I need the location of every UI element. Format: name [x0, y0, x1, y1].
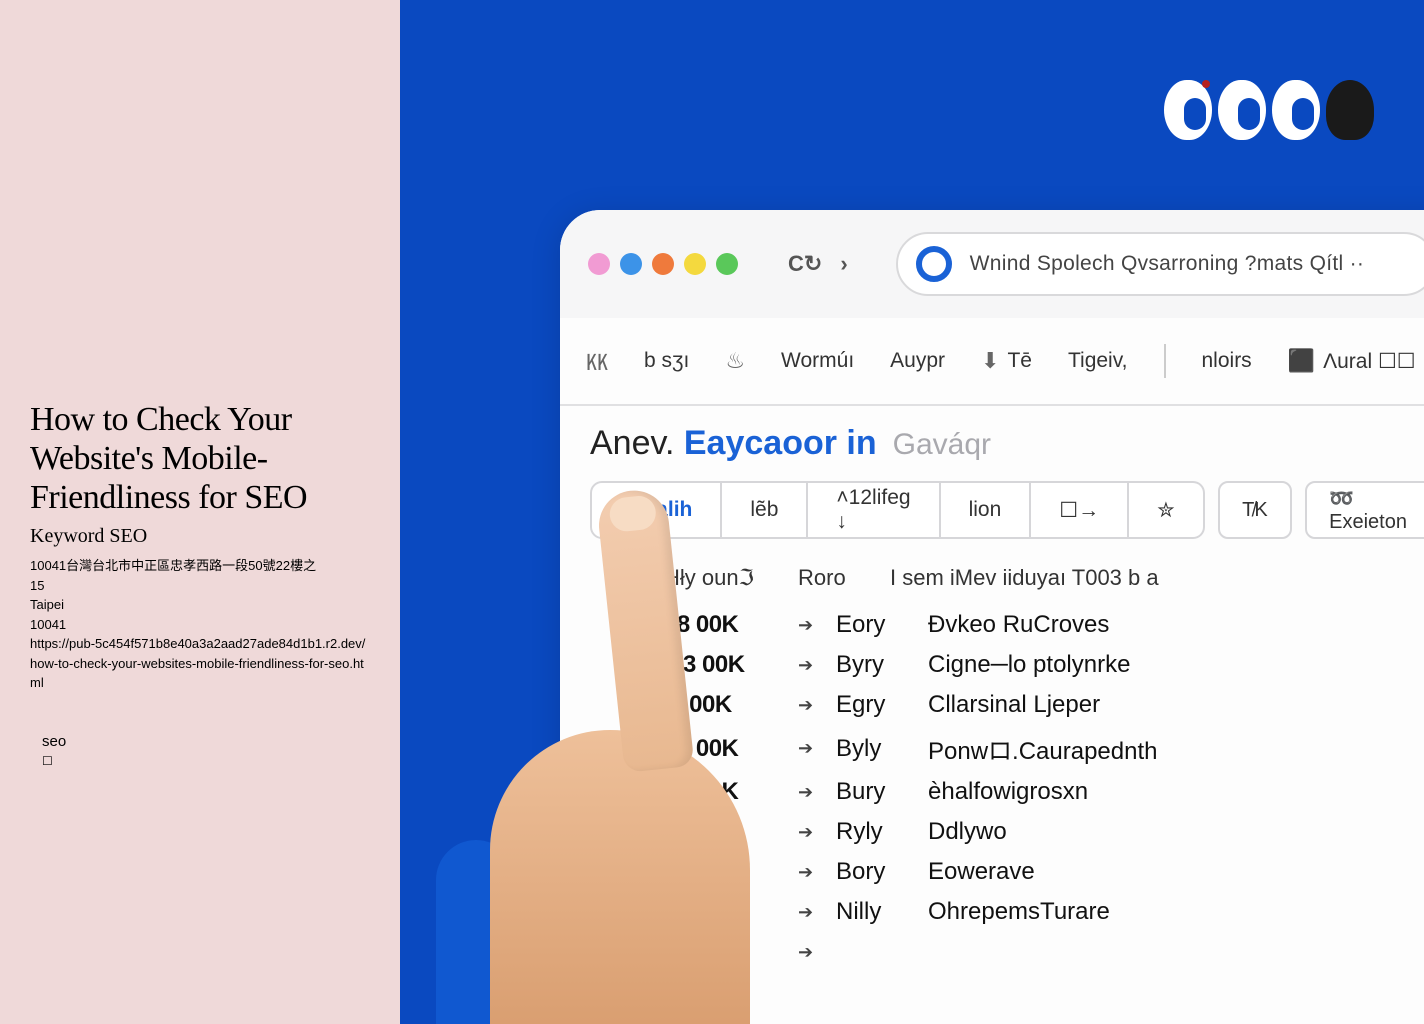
col-head-3: I sem iMev iiduyaı T003 b a: [890, 565, 1159, 591]
refresh-icon[interactable]: C↻: [788, 251, 822, 277]
logo-bean-3: [1272, 80, 1320, 140]
toolbar-right-1[interactable]: T̸K: [1218, 481, 1292, 539]
tab-9[interactable]: ⬛Λural ☐☐: [1288, 348, 1416, 374]
col-head-1: Hły ounℑ: [664, 565, 774, 591]
tab-5[interactable]: Auypr: [890, 349, 945, 373]
results-list: 68 00K➔EoryÐvkeo RuCroves 1.3 00K➔ByryCi…: [590, 605, 1424, 972]
tab-6[interactable]: ⬇Tē: [981, 348, 1032, 374]
tab-7[interactable]: Tigeiv,: [1068, 349, 1128, 373]
content-heading: Anev. Eaycaoor in Gaváqr: [590, 424, 1424, 463]
toolbar-seg-1[interactable]: nyvalih: [590, 481, 722, 539]
tab-1[interactable]: ㏍: [586, 345, 608, 377]
nav-tabs: ㏍ b sʒı ♨ Wormúı Auypr ⬇Tē Tigeiv, nloir…: [560, 318, 1424, 406]
forward-icon[interactable]: ›: [840, 251, 847, 277]
tab-9-icon: ⬛: [1288, 348, 1315, 374]
content-area: Anev. Eaycaoor in Gaváqr nyvalih lẽb ˄1…: [560, 406, 1424, 972]
logo-bean-2: [1218, 80, 1266, 140]
page-subtitle: Keyword SEO: [30, 525, 370, 548]
toolbar-right-2[interactable]: ➿ Exeieton: [1305, 481, 1424, 539]
traffic-lights: [588, 253, 738, 275]
traffic-dot-4[interactable]: [684, 253, 706, 275]
toolbar-seg-3[interactable]: ˄12lifeg ↓: [808, 481, 940, 539]
tag-label: seo: [42, 733, 370, 750]
sidebar: How to Check Your Website's Mobile-Frien…: [0, 0, 400, 1024]
page-title: How to Check Your Website's Mobile-Frien…: [30, 400, 370, 517]
tab-6-icon: ⬇: [981, 348, 999, 374]
result-row[interactable]: 1.7 004➔RylyDdlywo: [664, 812, 1424, 852]
toolbar-seg-6[interactable]: ✮: [1129, 481, 1205, 539]
toolbar-seg-2[interactable]: lẽb: [722, 481, 808, 539]
tab-8[interactable]: nloirs: [1202, 349, 1252, 373]
result-row[interactable]: 1.3 00K➔ByryCigne─lo ptolynrke: [664, 645, 1424, 685]
tab-4[interactable]: Wormúı: [781, 349, 854, 373]
logo-bean-1: [1164, 80, 1212, 140]
tab-2[interactable]: b sʒı: [644, 349, 689, 373]
results-header: Hły ounℑ Roro I sem iMev iiduyaı T003 b …: [590, 555, 1424, 605]
traffic-dot-2[interactable]: [620, 253, 642, 275]
tab-separator: [1164, 344, 1166, 378]
address-city: Taipei: [30, 595, 370, 615]
heading-sub: Gaváqr: [893, 428, 991, 462]
result-row[interactable]: 8I 00K➔EgryCllarsinal Ljeper: [664, 685, 1424, 725]
site-identity-icon: [916, 246, 952, 282]
address-line-1: 10041台灣台北市中正區忠孝西路一段50號22樓之: [30, 556, 370, 576]
result-row[interactable]: 80 00K➔BylyPonwロ.Caurapednth: [664, 725, 1424, 772]
tab-3[interactable]: ♨: [725, 348, 745, 374]
toolbar: nyvalih lẽb ˄12lifeg ↓ lion ☐︎→ ✮ T̸K ➿…: [590, 481, 1424, 539]
tab-3-icon: ♨: [725, 348, 745, 374]
traffic-dot-3[interactable]: [652, 253, 674, 275]
hero-panel: C↻ › Wnind Spolech Qvsarroning ?mats Qít…: [400, 0, 1424, 1024]
heading-main: Anev. Eaycaoor in: [590, 424, 877, 463]
brand-logo-cluster: [1164, 80, 1374, 140]
result-row[interactable]: 32 00K➔BoryEowerave: [664, 852, 1424, 892]
tab-1-icon: ㏍: [586, 345, 608, 377]
source-url[interactable]: https://pub-5c454f571b8e40a3a2aad27ade84…: [30, 634, 370, 693]
address-zip: 10041: [30, 615, 370, 635]
toolbar-seg-4[interactable]: lion: [941, 481, 1032, 539]
address-floor: 15: [30, 576, 370, 596]
result-row[interactable]: 82 00K➔Buryèhalfowigrosxn: [664, 772, 1424, 812]
address-bar-text: Wnind Spolech Qvsarroning ?mats Qítl ··: [970, 252, 1365, 276]
result-row[interactable]: 68 00K➔EoryÐvkeo RuCroves: [664, 605, 1424, 645]
result-row[interactable]: 8E 00K➔: [664, 932, 1424, 972]
browser-window-mock: C↻ › Wnind Spolech Qvsarroning ?mats Qít…: [560, 210, 1424, 1024]
tag-icon: ☐: [42, 754, 370, 768]
logo-bean-4: [1326, 80, 1374, 140]
col-head-2: Roro: [798, 565, 866, 591]
window-titlebar: C↻ › Wnind Spolech Qvsarroning ?mats Qít…: [560, 210, 1424, 318]
address-bar[interactable]: Wnind Spolech Qvsarroning ?mats Qítl ··: [896, 232, 1424, 296]
toolbar-seg-5[interactable]: ☐︎→: [1031, 481, 1129, 539]
result-row[interactable]: 80 00K➔NillyOhrepemsTurare: [664, 892, 1424, 932]
traffic-dot-1[interactable]: [588, 253, 610, 275]
traffic-dot-5[interactable]: [716, 253, 738, 275]
